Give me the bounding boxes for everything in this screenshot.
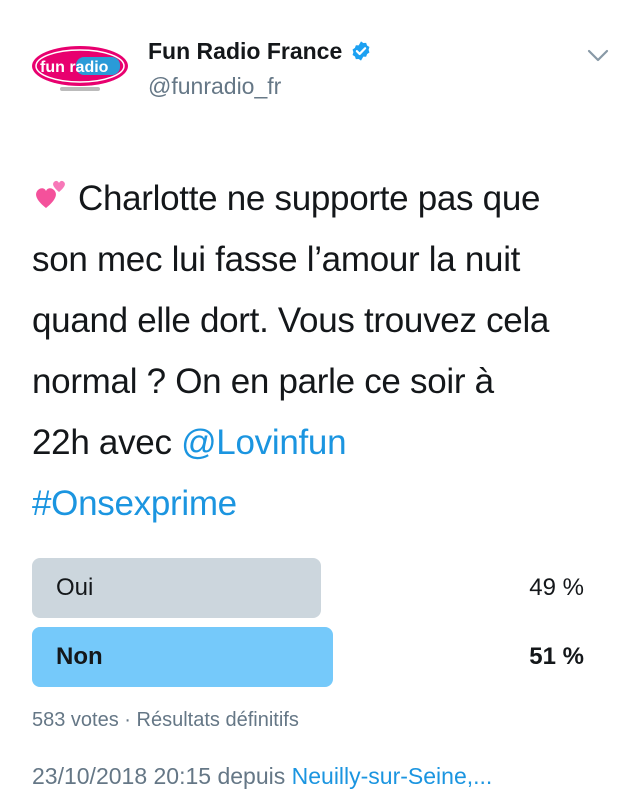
account-avatar[interactable]: fun radio xyxy=(30,40,130,96)
logo-text-fun: fun radio xyxy=(40,59,109,76)
tweet-line-3: quand elle dort. Vous trouvez cela xyxy=(32,301,550,340)
tweet-line-5-text: 22h avec xyxy=(32,423,182,462)
poll-option-oui: Oui 49 % xyxy=(32,558,622,618)
tweet-line-2: son mec lui fasse l’amour la nuit xyxy=(32,240,521,279)
account-display-name[interactable]: Fun Radio France xyxy=(148,38,342,64)
source-prefix: depuis xyxy=(217,763,286,789)
chevron-down-icon[interactable] xyxy=(586,46,610,66)
poll-label-oui: Oui xyxy=(56,574,94,601)
hashtag-link[interactable]: #Onsexprime xyxy=(32,484,237,523)
fun-radio-logo: fun radio xyxy=(32,46,128,91)
poll-status: Résultats définitifs xyxy=(136,709,299,731)
poll-percent-non: 51 % xyxy=(529,643,584,670)
verified-badge-icon xyxy=(352,41,370,61)
tweet-line-5: 22h avec @Lovinfun xyxy=(32,412,622,473)
poll-percent-oui: 49 % xyxy=(529,574,584,601)
poll-meta: 583 votes · Résultats définitifs xyxy=(32,706,299,734)
tweet-line-6: #Onsexprime xyxy=(32,473,622,534)
tweet-timestamp-row: 23/10/2018 20:15 depuis Neuilly-sur-Sein… xyxy=(32,760,492,792)
location-link[interactable]: Neuilly-sur-Seine,... xyxy=(292,763,493,789)
account-display-name-row[interactable]: Fun Radio France xyxy=(148,38,372,64)
tweet-line-1: Charlotte ne supporte pas que xyxy=(32,168,622,229)
tweet-text: Charlotte ne supporte pas que son mec lu… xyxy=(32,168,622,534)
mention-link[interactable]: @Lovinfun xyxy=(181,423,346,462)
poll-votes: 583 votes xyxy=(32,709,119,731)
tweet-timestamp[interactable]: 23/10/2018 20:15 xyxy=(32,763,211,789)
tweet-line-1-text: Charlotte ne supporte pas que xyxy=(78,179,541,218)
account-handle[interactable]: @funradio_fr xyxy=(148,72,281,100)
poll-separator: · xyxy=(124,709,131,731)
poll-option-non: Non 51 % xyxy=(32,627,622,687)
tweet-line-4: normal ? On en parle ce soir à xyxy=(32,362,494,401)
two-hearts-emoji-icon xyxy=(36,180,65,208)
poll-label-non: Non xyxy=(56,643,103,670)
